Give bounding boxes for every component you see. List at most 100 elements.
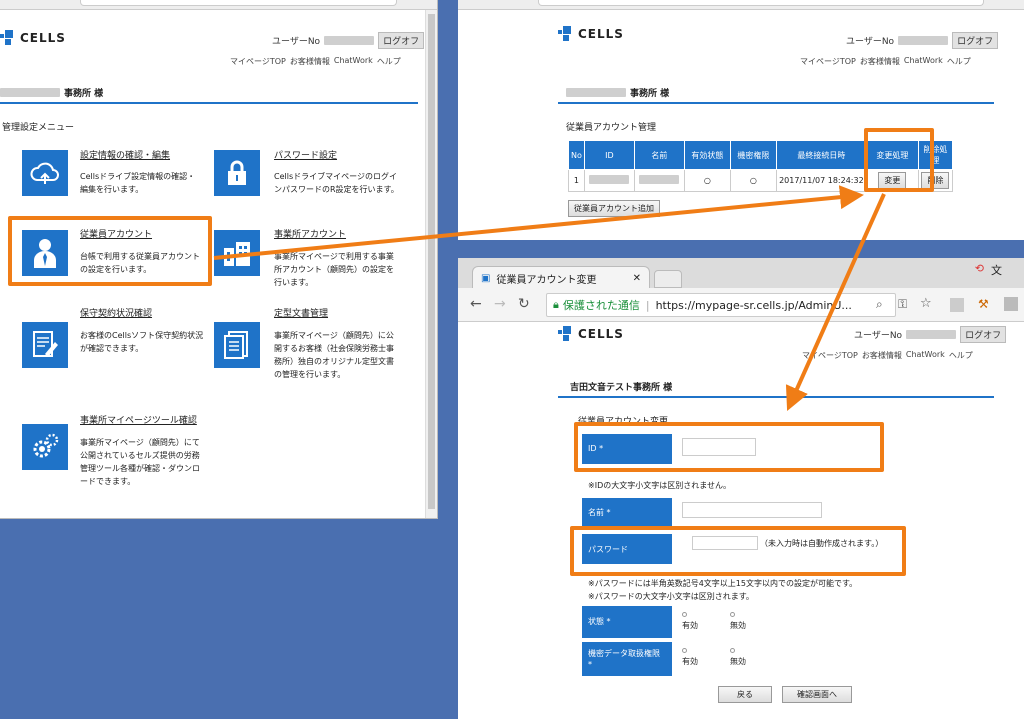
nav-mypage-top[interactable]: マイページTOP bbox=[800, 56, 856, 67]
menu-settings-title[interactable]: 設定情報の確認・編集 bbox=[80, 148, 170, 161]
scrollbar[interactable] bbox=[425, 10, 437, 518]
user-info: ユーザーNo ログオフ bbox=[272, 32, 425, 49]
secret-label: 機密データ取扱権限 * bbox=[582, 642, 672, 676]
pdf-icon[interactable] bbox=[950, 298, 964, 312]
name-input[interactable] bbox=[682, 502, 822, 518]
hammer-icon[interactable]: ⚒ bbox=[978, 297, 989, 311]
office-name: 事務所 様 bbox=[0, 86, 103, 99]
id-note: ※IDの大文字小文字は区別されません。 bbox=[588, 481, 731, 490]
cells-logo-2[interactable]: CELLS bbox=[558, 26, 624, 42]
secure-label: 保護された通信 bbox=[562, 299, 640, 312]
browser-tab[interactable]: ▣ 従業員アカウント変更 ✕ bbox=[472, 266, 650, 290]
cells-logo-3[interactable]: CELLS bbox=[558, 326, 624, 342]
menu-contract-desc: お客様のCellsソフト保守契約状況が確認できます。 bbox=[80, 331, 204, 353]
cloud-upload-icon[interactable] bbox=[22, 150, 68, 196]
cell-no: 1 bbox=[568, 169, 585, 192]
confirm-button[interactable]: 確認画面へ bbox=[782, 686, 852, 703]
user-no-value bbox=[324, 36, 375, 45]
reload-icon[interactable]: ↻ bbox=[518, 296, 530, 312]
secret-invalid-radio[interactable]: 無効 bbox=[730, 648, 746, 667]
top-nav: マイページTOP お客様情報 ChatWork ヘルプ bbox=[230, 56, 401, 67]
nav-customer-info[interactable]: お客様情報 bbox=[290, 56, 330, 67]
nav-mypage-top[interactable]: マイページTOP bbox=[230, 56, 286, 67]
cell-secret: ○ bbox=[729, 169, 777, 192]
logoff-button-3[interactable]: ログオフ bbox=[960, 326, 1007, 343]
menu-template-desc: 事業所マイページ（顧問先）に公開するお客様（社会保険労務士事務所）独自のオリジナ… bbox=[274, 331, 394, 379]
back-icon[interactable]: ← bbox=[470, 296, 482, 312]
search-ext-icon[interactable] bbox=[1004, 297, 1018, 311]
menu-template-title[interactable]: 定型文書管理 bbox=[274, 306, 328, 319]
favicon-icon: ▣ bbox=[481, 273, 491, 284]
menu-settings-desc: Cellsドライブ設定情報の確認・編集を行います。 bbox=[80, 172, 196, 194]
address-bar: ← → ↻ 🔒︎ 保護された通信 | https://mypage-sr.cel… bbox=[458, 288, 1024, 322]
cell-id bbox=[583, 169, 635, 192]
back-button[interactable]: 戻る bbox=[718, 686, 772, 703]
logoff-button[interactable]: ログオフ bbox=[378, 32, 425, 49]
status-valid-radio[interactable]: 有効 bbox=[682, 612, 698, 631]
password-note-1: ※パスワードには半角英数記号4文字以上15文字以内での設定が可能です。 bbox=[588, 579, 858, 588]
menu-contract-title[interactable]: 保守契約状況確認 bbox=[80, 306, 152, 319]
header-rule-3 bbox=[558, 396, 994, 398]
col-id: ID bbox=[583, 140, 635, 170]
url-field[interactable]: 🔒︎ 保護された通信 | https://mypage-sr.cells.jp/… bbox=[546, 293, 896, 317]
employee-account-edit-window: ▣ 従業員アカウント変更 ✕ ⟲ 文 ← → ↻ 🔒︎ 保護された通信 | ht… bbox=[458, 258, 1024, 719]
menu-tools-desc: 事業所マイページ（顧問先）にて公開されているセルズ提供の労務管理ツール各種が確認… bbox=[80, 438, 200, 486]
office-name-3: 吉田文音テスト事務所 様 bbox=[570, 383, 673, 393]
menu-office-title[interactable]: 事業所アカウント bbox=[274, 227, 346, 240]
office-name-2: 事務所 様 bbox=[566, 86, 669, 99]
add-employee-button[interactable]: 従業員アカウント追加 bbox=[568, 200, 660, 217]
employee-account-list-window: CELLS ユーザーNo ログオフ マイページTOP お客様情報 ChatWor… bbox=[458, 0, 1024, 240]
cell-last-login: 2017/11/07 18:24:32 bbox=[775, 169, 867, 192]
menu-password-desc: CellsドライブマイページのログインパスワードのR設定を行います。 bbox=[274, 172, 399, 194]
forward-icon[interactable]: → bbox=[494, 296, 506, 312]
nav-help[interactable]: ヘルプ bbox=[947, 56, 971, 67]
header-rule-2 bbox=[558, 102, 994, 104]
cell-valid: ○ bbox=[683, 169, 731, 192]
cells-logo-icon bbox=[558, 326, 574, 342]
logoff-button-2[interactable]: ログオフ bbox=[952, 32, 999, 49]
window-top-strip-2 bbox=[458, 0, 1024, 10]
highlight-edit-column bbox=[864, 128, 934, 192]
gears-icon[interactable] bbox=[22, 424, 68, 470]
zoom-icon[interactable]: ⌕ bbox=[876, 297, 883, 312]
window-top-strip bbox=[0, 0, 437, 10]
translate-icon[interactable]: 文 bbox=[991, 262, 1002, 278]
name-label: 名前 * bbox=[582, 498, 672, 526]
nav-chatwork[interactable]: ChatWork bbox=[906, 350, 945, 361]
lock-icon: 🔒︎ bbox=[553, 298, 559, 311]
url-text: https://mypage-sr.cells.jp/AdminU... bbox=[655, 298, 852, 312]
highlight-id-row bbox=[574, 422, 884, 472]
key-icon[interactable]: ⚿ bbox=[898, 297, 907, 312]
nav-chatwork[interactable]: ChatWork bbox=[904, 56, 943, 67]
document-icon[interactable] bbox=[22, 322, 68, 368]
nav-mypage-top[interactable]: マイページTOP bbox=[802, 350, 858, 361]
close-tab-icon[interactable]: ✕ bbox=[633, 273, 641, 284]
secret-valid-radio[interactable]: 有効 bbox=[682, 648, 698, 667]
nav-chatwork[interactable]: ChatWork bbox=[334, 56, 373, 67]
cells-logo-icon bbox=[0, 30, 16, 46]
nav-customer-info[interactable]: お客様情報 bbox=[862, 350, 902, 361]
col-no: No bbox=[568, 140, 585, 170]
status-label: 状態 * bbox=[582, 606, 672, 638]
menu-tools-title[interactable]: 事業所マイページツール確認 bbox=[80, 413, 197, 426]
account-section-title: 従業員アカウント管理 bbox=[566, 123, 657, 133]
building-icon[interactable] bbox=[214, 230, 260, 276]
lock-icon[interactable] bbox=[214, 150, 260, 196]
menu-office-desc: 事業所マイページで利用する事業所アカウント（顧問先）の設定を行います。 bbox=[274, 252, 394, 287]
cell-name bbox=[633, 169, 685, 192]
logo-text: CELLS bbox=[20, 31, 66, 45]
cells-logo[interactable]: CELLS bbox=[0, 30, 66, 46]
new-tab-button[interactable] bbox=[654, 270, 682, 288]
browser-tabbar: ▣ 従業員アカウント変更 ✕ ⟲ 文 bbox=[458, 258, 1024, 290]
nav-help[interactable]: ヘルプ bbox=[377, 56, 401, 67]
extension-icon[interactable]: ⟲ bbox=[975, 262, 984, 275]
status-invalid-radio[interactable]: 無効 bbox=[730, 612, 746, 631]
menu-heading: 管理設定メニュー bbox=[2, 123, 75, 133]
highlight-employee-menu bbox=[8, 216, 212, 286]
menu-password-title[interactable]: パスワード設定 bbox=[274, 148, 337, 161]
star-icon[interactable]: ☆ bbox=[920, 296, 932, 311]
col-secret: 機密権限 bbox=[729, 140, 777, 170]
template-icon[interactable] bbox=[214, 322, 260, 368]
nav-help[interactable]: ヘルプ bbox=[949, 350, 973, 361]
nav-customer-info[interactable]: お客様情報 bbox=[860, 56, 900, 67]
